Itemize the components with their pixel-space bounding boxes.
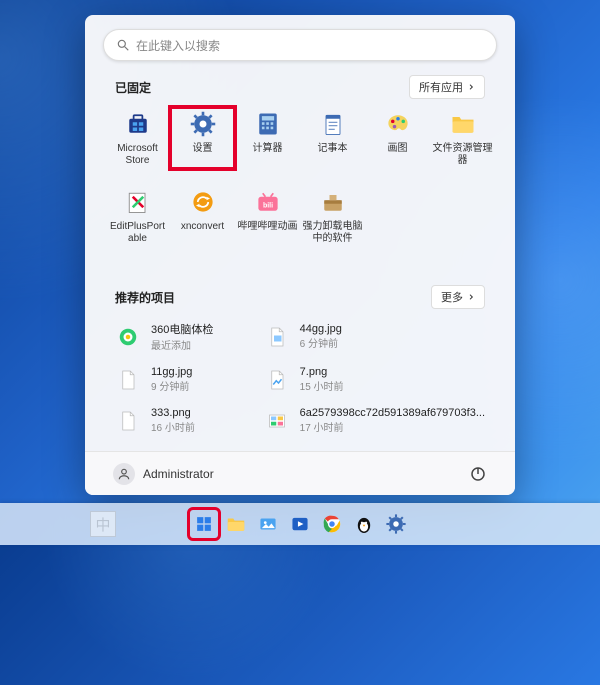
rec-item-sub: 9 分钟前: [151, 378, 192, 393]
notepad-icon: [318, 109, 348, 139]
user-name: Administrator: [143, 467, 214, 481]
taskbar-media-player-button[interactable]: [287, 511, 313, 537]
start-menu: 在此键入以搜索 已固定 所有应用 Microsoft Store 设置 计算器 记事本…: [85, 15, 515, 495]
recommended-list: 360电脑体检最近添加 44gg.jpg6 分钟前 11gg.jpg9 分钟前 7.p…: [85, 317, 515, 434]
app-label: 记事本: [318, 143, 348, 155]
more-button[interactable]: 更多: [431, 285, 485, 309]
recommended-item[interactable]: 360电脑体检最近添加: [115, 321, 240, 352]
recommended-item[interactable]: 44gg.jpg6 分钟前: [264, 321, 485, 352]
rec-item-sub: 17 小时前: [300, 419, 485, 434]
app-label: 画图: [388, 143, 408, 155]
app-tile-notepad[interactable]: 记事本: [300, 107, 365, 169]
xnconvert-icon: [188, 187, 218, 217]
rec-item-name: 11gg.jpg: [151, 366, 192, 378]
app-label: xnconvert: [181, 221, 224, 233]
app-label: 文件资源管理器: [433, 143, 493, 167]
file-icon: [115, 367, 141, 393]
rec-item-sub: 最近添加: [151, 337, 213, 352]
rec-item-name: 6a2579398cc72d591389af679703f3...: [300, 407, 485, 419]
taskbar: [0, 503, 600, 545]
rec-item-name: 7.png: [300, 366, 344, 378]
bilibili-icon: bili: [253, 187, 283, 217]
file-explorer-icon: [448, 109, 478, 139]
paint-icon: [383, 109, 413, 139]
all-apps-button[interactable]: 所有应用: [409, 75, 485, 99]
app-tile-uninstall[interactable]: 强力卸载电脑中的软件: [300, 185, 365, 247]
search-placeholder: 在此键入以搜索: [136, 37, 220, 54]
user-account-button[interactable]: Administrator: [113, 463, 214, 485]
pinned-header: 已固定 所有应用: [85, 75, 515, 99]
start-menu-footer: Administrator: [85, 451, 515, 495]
app-label: 设置: [193, 143, 213, 155]
taskbar-file-explorer-button[interactable]: [223, 511, 249, 537]
taskbar-photos-button[interactable]: [255, 511, 281, 537]
taskbar-start-button[interactable]: [191, 511, 217, 537]
ms-store-icon: [123, 109, 153, 139]
png-file-icon: [264, 367, 290, 393]
svg-text:bili: bili: [262, 202, 272, 209]
taskbar-settings-button[interactable]: [383, 511, 409, 537]
app-tile-settings[interactable]: 设置: [170, 107, 235, 169]
app-tile-ms-store[interactable]: Microsoft Store: [105, 107, 170, 169]
uninstall-icon: [318, 187, 348, 217]
settings-icon: [188, 109, 218, 139]
app-label: 计算器: [253, 143, 283, 155]
editplus-icon: [123, 187, 153, 217]
app-label: Microsoft Store: [108, 143, 168, 167]
file-icon: [115, 408, 141, 434]
pinned-app-grid: Microsoft Store 设置 计算器 记事本 画图 文件资源管理器 EditPlus…: [85, 107, 515, 247]
app-tile-paint[interactable]: 画图: [365, 107, 430, 169]
chevron-right-icon: [467, 293, 475, 301]
app-tile-editplus[interactable]: EditPlusPortable: [105, 185, 170, 247]
app-tile-file-explorer[interactable]: 文件资源管理器: [430, 107, 495, 169]
search-input[interactable]: 在此键入以搜索: [103, 29, 497, 61]
rec-item-name: 333.png: [151, 407, 195, 419]
chevron-right-icon: [467, 83, 475, 91]
taskbar-tencent-button[interactable]: [351, 511, 377, 537]
app360-icon: [115, 324, 141, 350]
recommended-header: 推荐的项目 更多: [85, 285, 515, 309]
recommended-item[interactable]: 333.png16 小时前: [115, 407, 240, 434]
image-grid-icon: [264, 408, 290, 434]
rec-item-name: 44gg.jpg: [300, 323, 342, 335]
image-file-icon: [264, 324, 290, 350]
recommended-title: 推荐的项目: [115, 289, 175, 306]
pinned-title: 已固定: [115, 79, 151, 96]
app-label: EditPlusPortable: [108, 221, 168, 245]
rec-item-name: 360电脑体检: [151, 321, 213, 337]
search-icon: [116, 38, 130, 52]
app-tile-xnconvert[interactable]: xnconvert: [170, 185, 235, 247]
power-button[interactable]: [469, 465, 487, 483]
calculator-icon: [253, 109, 283, 139]
rec-item-sub: 16 小时前: [151, 419, 195, 434]
avatar-icon: [113, 463, 135, 485]
rec-item-sub: 6 分钟前: [300, 335, 342, 350]
recommended-item[interactable]: 7.png15 小时前: [264, 366, 485, 393]
app-tile-bilibili[interactable]: bili 哔哩哔哩动画: [235, 185, 300, 247]
app-label: 哔哩哔哩动画: [238, 221, 298, 233]
recommended-item[interactable]: 11gg.jpg9 分钟前: [115, 366, 240, 393]
recommended-item[interactable]: 6a2579398cc72d591389af679703f3...17 小时前: [264, 407, 485, 434]
rec-item-sub: 15 小时前: [300, 378, 344, 393]
app-label: 强力卸载电脑中的软件: [303, 221, 363, 245]
app-tile-calculator[interactable]: 计算器: [235, 107, 300, 169]
taskbar-chrome-button[interactable]: [319, 511, 345, 537]
